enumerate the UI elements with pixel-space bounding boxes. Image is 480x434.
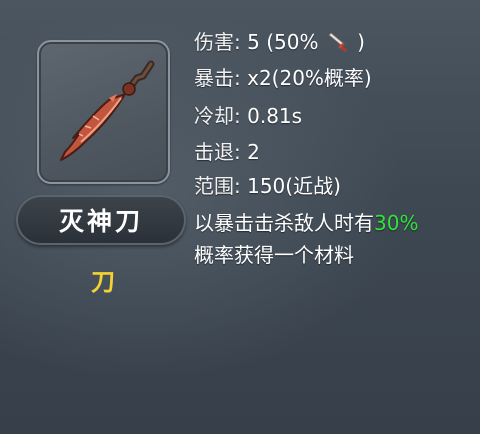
- stat-damage: 伤害: 5 (50% ): [194, 30, 365, 57]
- description-part1: 以暴击击杀敌人时有: [194, 211, 374, 235]
- knockback-value: 2: [247, 140, 260, 164]
- small-sword-icon: [327, 32, 349, 57]
- damage-label: 伤害:: [194, 30, 241, 54]
- range-label: 范围:: [194, 174, 241, 198]
- damage-close: ): [357, 30, 365, 54]
- stat-cooldown: 冷却: 0.81s: [194, 104, 302, 128]
- range-value: 150(近战): [247, 174, 341, 198]
- weapon-portrait: [37, 40, 170, 184]
- stat-crit: 暴击: x2(20%概率): [194, 66, 372, 90]
- cooldown-label: 冷却:: [194, 104, 241, 128]
- item-tooltip-panel: 灭神刀 刀 伤害: 5 (50% ) 暴击: x2(20%概率) 冷却: 0.8…: [0, 0, 480, 434]
- description-part2: 概率获得一个材料: [194, 243, 354, 267]
- description-highlight: 30%: [374, 211, 419, 235]
- item-description: 以暴击击杀敌人时有30% 概率获得一个材料: [194, 207, 434, 271]
- item-name: 灭神刀: [58, 207, 143, 236]
- stat-range: 范围: 150(近战): [194, 174, 341, 198]
- item-name-badge: 灭神刀: [16, 195, 186, 245]
- crit-value: x2(20%概率): [247, 66, 372, 90]
- item-type: 刀: [91, 268, 115, 296]
- crit-label: 暴击:: [194, 66, 241, 90]
- cooldown-value: 0.81s: [247, 104, 303, 128]
- red-broadsword-icon: [60, 60, 155, 161]
- damage-value: 5 (50%: [247, 30, 319, 54]
- stat-knockback: 击退: 2: [194, 140, 260, 164]
- knockback-label: 击退:: [194, 140, 241, 164]
